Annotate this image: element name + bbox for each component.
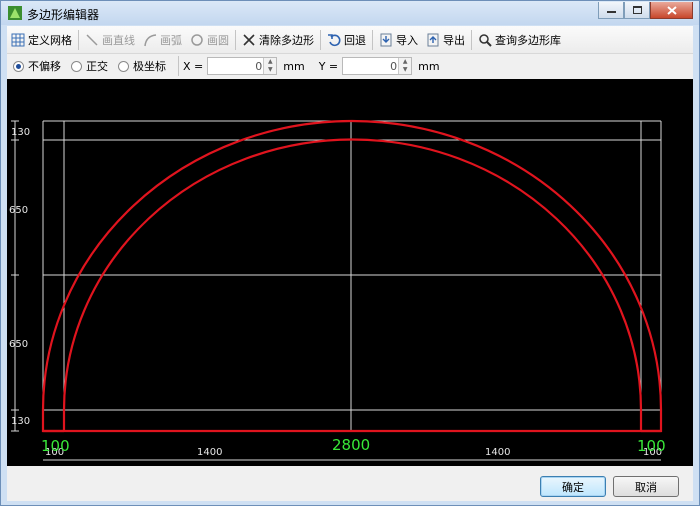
snap-polar-label: 极坐标 xyxy=(133,60,166,73)
left-dim-label: 650 xyxy=(9,339,28,350)
draw-circle-button[interactable]: 画圆 xyxy=(186,29,233,51)
import-label: 导入 xyxy=(396,33,418,47)
minimize-icon xyxy=(606,11,616,13)
polygon-editor-window: 多边形编辑器 定义网格 画直线 画弧 画圆 清除多边形 回退 导入 导出 查询多… xyxy=(0,0,700,506)
y-value: 0 xyxy=(390,60,398,73)
x-value: 0 xyxy=(255,60,263,73)
draw-line-label: 画直线 xyxy=(102,33,135,47)
query-library-button[interactable]: 查询多边形库 xyxy=(474,29,565,51)
app-icon xyxy=(8,6,22,20)
snap-no-offset-radio[interactable]: 不偏移 xyxy=(13,58,61,74)
clear-polygon-button[interactable]: 清除多边形 xyxy=(238,29,318,51)
x-input[interactable]: 0 ▲ ▼ xyxy=(207,57,278,75)
y-spinner[interactable]: ▲ ▼ xyxy=(398,58,412,74)
import-icon xyxy=(380,33,392,46)
x-unit: mm xyxy=(283,59,305,73)
define-grid-button[interactable]: 定义网格 xyxy=(7,29,76,51)
import-button[interactable]: 导入 xyxy=(375,29,422,51)
draw-arc-label: 画弧 xyxy=(160,33,182,47)
snap-no-offset-label: 不偏移 xyxy=(28,60,61,73)
draw-line-button[interactable]: 画直线 xyxy=(81,29,139,51)
inner-arch xyxy=(62,138,643,431)
toolbar-separator xyxy=(235,29,236,50)
left-dim-label: 130 xyxy=(11,416,30,427)
search-icon xyxy=(479,33,492,47)
define-grid-label: 定义网格 xyxy=(28,33,72,47)
undo-button[interactable]: 回退 xyxy=(323,29,370,51)
y-input[interactable]: 0 ▲ ▼ xyxy=(342,57,413,75)
toolbar-separator xyxy=(78,29,79,50)
left-dim-label: 130 xyxy=(11,127,30,138)
circle-icon xyxy=(191,33,203,46)
grid-icon xyxy=(11,33,25,46)
draw-arc-button[interactable]: 画弧 xyxy=(139,29,186,51)
bottom-big-dim-label: 100 xyxy=(637,437,666,455)
undo-label: 回退 xyxy=(344,33,366,47)
undo-icon xyxy=(328,33,341,46)
x-spinner[interactable]: ▲ ▼ xyxy=(263,58,277,74)
line-icon xyxy=(86,33,98,46)
close-button[interactable] xyxy=(650,2,693,19)
radio-checked-icon xyxy=(13,60,24,72)
draw-circle-label: 画圆 xyxy=(207,33,229,47)
snap-options-bar: 不偏移 正交 极坐标 X = 0 ▲ ▼ mm Y = 0 ▲ ▼ mm xyxy=(7,54,693,78)
client-area: 定义网格 画直线 画弧 画圆 清除多边形 回退 导入 导出 查询多边形库 不偏移… xyxy=(7,26,693,501)
close-icon xyxy=(666,5,677,15)
radio-unchecked-icon xyxy=(118,60,129,72)
window-controls xyxy=(598,2,693,19)
snap-orthogonal-radio[interactable]: 正交 xyxy=(71,58,108,74)
snap-orthogonal-label: 正交 xyxy=(86,60,108,73)
outer-arch xyxy=(41,119,663,433)
maximize-button[interactable] xyxy=(624,2,650,19)
y-label: Y = xyxy=(318,59,339,73)
export-button[interactable]: 导出 xyxy=(422,29,469,51)
bottom-small-dim-label: 1400 xyxy=(485,447,510,458)
clear-x-icon xyxy=(243,33,255,46)
maximize-icon xyxy=(632,6,642,14)
options-separator xyxy=(178,56,179,76)
export-icon xyxy=(427,33,439,46)
minimize-button[interactable] xyxy=(598,2,624,19)
radio-unchecked-icon xyxy=(71,60,82,72)
window-title: 多边形编辑器 xyxy=(27,8,100,22)
toolbar-separator xyxy=(471,29,472,50)
cancel-button[interactable]: 取消 xyxy=(613,476,679,497)
query-library-label: 查询多边形库 xyxy=(495,33,561,47)
polygon-drawing[interactable]: 130 650 650 130 100 1400 1400 100 100 28… xyxy=(7,79,693,466)
toolbar: 定义网格 画直线 画弧 画圆 清除多边形 回退 导入 导出 查询多边形库 xyxy=(7,26,693,54)
x-label: X = xyxy=(183,59,204,73)
arc-icon xyxy=(144,33,157,46)
left-dim-label: 650 xyxy=(9,205,28,216)
title-bar[interactable]: 多边形编辑器 xyxy=(1,1,699,25)
bottom-big-dim-label: 2800 xyxy=(332,436,370,454)
y-unit: mm xyxy=(418,59,440,73)
export-label: 导出 xyxy=(443,33,465,47)
snap-polar-radio[interactable]: 极坐标 xyxy=(118,58,166,74)
toolbar-separator xyxy=(372,29,373,50)
clear-polygon-label: 清除多边形 xyxy=(259,33,314,47)
ok-button[interactable]: 确定 xyxy=(540,476,606,497)
bottom-big-dim-label: 100 xyxy=(41,437,70,455)
toolbar-separator xyxy=(320,29,321,50)
bottom-small-dim-label: 1400 xyxy=(197,447,222,458)
drawing-canvas[interactable]: 130 650 650 130 100 1400 1400 100 100 28… xyxy=(7,79,693,466)
